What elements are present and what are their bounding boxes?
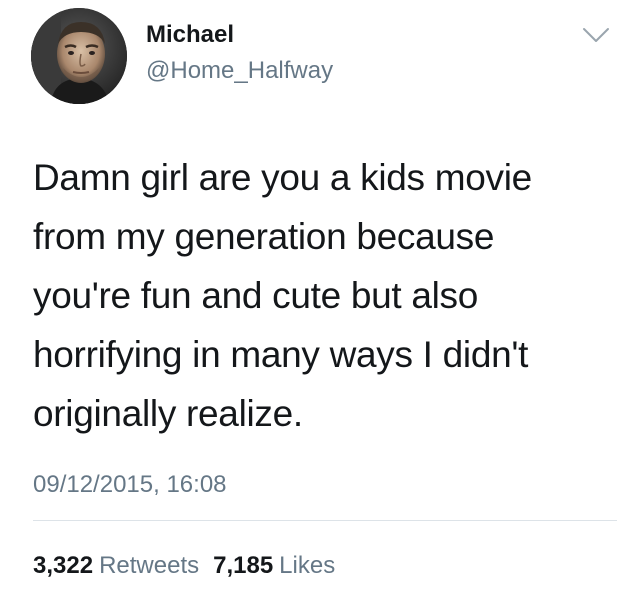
tweet-text-line: from my generation because — [33, 216, 495, 257]
retweets-label: Retweets — [99, 552, 200, 579]
chevron-down-icon[interactable] — [578, 20, 614, 50]
author-handle[interactable]: @Home_Halfway — [146, 56, 333, 86]
divider — [33, 520, 617, 521]
avatar-photo — [31, 8, 127, 104]
tweet-card: Michael @Home_Halfway Damn girl are you … — [0, 0, 640, 608]
tweet-timestamp[interactable]: 09/12/2015, 16:08 — [33, 470, 227, 500]
likes-count: 7,185 — [213, 552, 274, 579]
avatar[interactable] — [31, 8, 127, 104]
tweet-text-line: Damn girl are you a kids movie — [33, 157, 532, 198]
retweets-stat[interactable]: 3,322 Retweets — [33, 551, 199, 581]
likes-stat[interactable]: 7,185 Likes — [213, 551, 335, 581]
tweet-text-line: horrifying in many ways I didn't — [33, 334, 529, 375]
tweet-text: Damn girl are you a kids movie from my g… — [33, 148, 623, 443]
retweets-count: 3,322 — [33, 552, 94, 579]
likes-label: Likes — [279, 552, 336, 579]
tweet-stats: 3,322 Retweets 7,185 Likes — [33, 551, 335, 581]
tweet-text-line: you're fun and cute but also — [33, 275, 479, 316]
author-display-name[interactable]: Michael — [146, 20, 234, 50]
tweet-text-line: originally realize. — [33, 393, 303, 434]
